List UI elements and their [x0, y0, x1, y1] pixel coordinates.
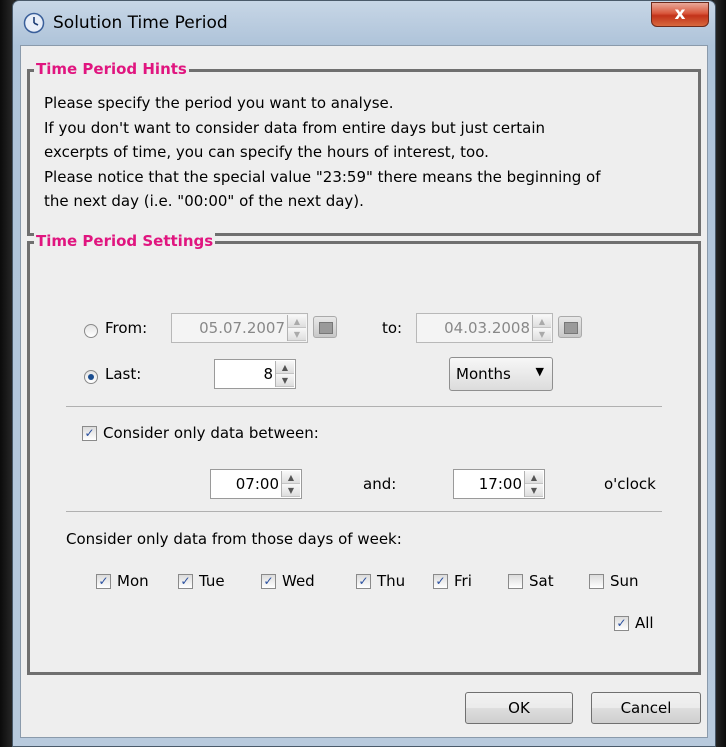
day-checkbox-wed[interactable]: ✓	[261, 574, 276, 589]
hints-group-title: Time Period Hints	[34, 60, 189, 78]
separator	[66, 511, 662, 512]
from-radio[interactable]	[84, 324, 98, 338]
spin-down-icon[interactable]: ▼	[525, 484, 543, 497]
spin-down-icon[interactable]: ▼	[288, 328, 306, 341]
close-button[interactable]: x	[651, 2, 709, 27]
start-time-field[interactable]: 07:00 ▲ ▼	[210, 469, 302, 499]
last-radio[interactable]	[84, 370, 98, 384]
time-period-settings-group: Time Period Settings From: 05.07.2007 ▲ ▼…	[27, 232, 701, 675]
day-checkbox-sat[interactable]	[508, 574, 523, 589]
time-period-hints-group: Time Period Hints Please specify the per…	[27, 60, 701, 236]
chevron-down-icon: ▼	[535, 365, 544, 378]
hint-line: Please notice that the special value "23…	[44, 168, 601, 186]
to-date-field[interactable]: 04.03.2008 ▲ ▼	[416, 313, 553, 343]
hint-line: Please specify the period you want to an…	[44, 94, 394, 112]
day-label: Fri	[454, 572, 472, 590]
day-checkbox-fri[interactable]: ✓	[433, 574, 448, 589]
end-time-field[interactable]: 17:00 ▲ ▼	[453, 469, 545, 499]
start-time-spinner[interactable]: ▲ ▼	[281, 471, 300, 497]
dialog-client-area: Time Period Hints Please specify the per…	[20, 45, 708, 738]
all-days-checkbox[interactable]: ✓	[614, 616, 629, 631]
end-time-spinner[interactable]: ▲ ▼	[524, 471, 543, 497]
last-unit-dropdown[interactable]: Months ▼	[449, 357, 553, 391]
to-date-spinner[interactable]: ▲ ▼	[532, 315, 551, 341]
day-checkbox-sun[interactable]	[589, 574, 604, 589]
window-title: Solution Time Period	[53, 13, 228, 33]
day-label: Mon	[117, 572, 149, 590]
day-label: Sun	[610, 572, 639, 590]
all-days-label: All	[635, 614, 654, 632]
title-bar[interactable]: Solution Time Period x	[13, 1, 715, 45]
ok-button[interactable]: OK	[465, 692, 573, 724]
day-label: Sat	[529, 572, 554, 590]
to-calendar-button[interactable]	[558, 316, 582, 338]
day-checkbox-thu[interactable]: ✓	[356, 574, 371, 589]
cancel-button[interactable]: Cancel	[591, 692, 701, 724]
from-calendar-button[interactable]	[313, 316, 337, 338]
day-label: Tue	[199, 572, 225, 590]
spin-up-icon[interactable]: ▲	[282, 471, 300, 484]
last-label: Last:	[105, 365, 142, 383]
spin-up-icon[interactable]: ▲	[288, 315, 306, 328]
spin-up-icon[interactable]: ▲	[533, 315, 551, 328]
clock-icon	[23, 12, 45, 34]
hint-line: excerpts of time, you can specify the ho…	[44, 143, 489, 161]
to-label: to:	[382, 319, 403, 337]
end-time-value: 17:00	[478, 475, 522, 493]
separator	[66, 406, 662, 407]
spin-down-icon[interactable]: ▼	[282, 484, 300, 497]
time-filter-label: Consider only data between:	[103, 424, 319, 442]
days-of-week-label: Consider only data from those days of we…	[66, 530, 402, 548]
and-label: and:	[363, 475, 397, 493]
hint-line: If you don't want to consider data from …	[44, 119, 546, 137]
settings-group-title: Time Period Settings	[34, 232, 216, 250]
day-checkbox-tue[interactable]: ✓	[178, 574, 193, 589]
from-date-value: 05.07.2007	[199, 319, 285, 337]
spin-down-icon[interactable]: ▼	[533, 328, 551, 341]
from-label: From:	[105, 319, 148, 337]
hint-line: the next day (i.e. "00:00" of the next d…	[44, 192, 364, 210]
spin-down-icon[interactable]: ▼	[276, 374, 294, 387]
last-count-spinner[interactable]: ▲ ▼	[275, 361, 294, 387]
dialog-window: Solution Time Period x Time Period Hints…	[12, 0, 716, 747]
last-count-value: 8	[263, 365, 273, 383]
last-unit-value: Months	[456, 365, 511, 383]
day-label: Wed	[282, 572, 315, 590]
last-count-field[interactable]: 8 ▲ ▼	[214, 359, 296, 389]
start-time-value: 07:00	[235, 475, 279, 493]
time-filter-checkbox[interactable]: ✓	[82, 426, 97, 441]
oclock-label: o'clock	[604, 475, 656, 493]
day-checkbox-mon[interactable]: ✓	[96, 574, 111, 589]
spin-up-icon[interactable]: ▲	[276, 361, 294, 374]
spin-up-icon[interactable]: ▲	[525, 471, 543, 484]
day-label: Thu	[377, 572, 406, 590]
from-date-spinner[interactable]: ▲ ▼	[287, 315, 306, 341]
from-date-field[interactable]: 05.07.2007 ▲ ▼	[171, 313, 308, 343]
to-date-value: 04.03.2008	[444, 319, 530, 337]
